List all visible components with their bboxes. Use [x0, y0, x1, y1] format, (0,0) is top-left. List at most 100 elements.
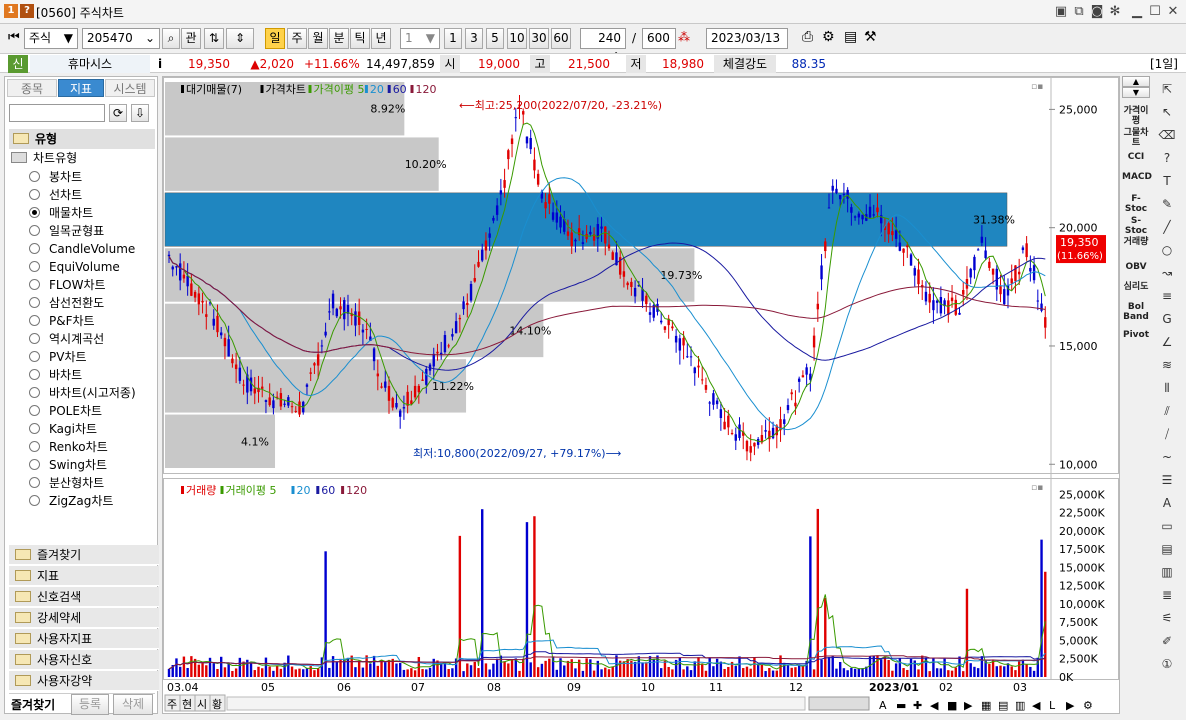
period-week-button[interactable]: 주: [287, 28, 307, 49]
draw-tool-icon[interactable]: ↖: [1156, 103, 1178, 121]
folder-item[interactable]: 사용자신호: [9, 650, 159, 670]
count-60-button[interactable]: 60: [551, 28, 571, 49]
chart-type-item[interactable]: Kagi차트: [29, 420, 97, 438]
radio-icon[interactable]: [29, 495, 40, 506]
draw-tool-icon[interactable]: ≋: [1156, 356, 1178, 374]
group-chart-type[interactable]: 차트유형: [11, 149, 77, 167]
refresh-icon[interactable]: ⁂: [678, 30, 690, 44]
indicator-shortcut[interactable]: 거래량: [1122, 237, 1150, 247]
copy-icon[interactable]: ⧉: [1070, 3, 1088, 21]
radio-icon[interactable]: [29, 243, 40, 254]
folder-item[interactable]: 사용자강약: [9, 671, 159, 691]
indicator-shortcut[interactable]: Bol Band: [1122, 302, 1150, 322]
chart-type-item[interactable]: 매물차트: [29, 204, 93, 222]
draw-tool-icon[interactable]: ⫴: [1156, 379, 1178, 397]
indicator-shortcut[interactable]: S-Stoc: [1122, 216, 1150, 236]
radio-icon[interactable]: [29, 225, 40, 236]
radio-icon[interactable]: [29, 423, 40, 434]
draw-tool-icon[interactable]: ☰: [1156, 471, 1178, 489]
draw-tool-icon[interactable]: A: [1156, 494, 1178, 512]
zoom-button[interactable]: 관: [181, 28, 201, 49]
stock-name[interactable]: 휴마시스: [30, 55, 150, 73]
scroll-up-icon[interactable]: ▲ ▼: [1122, 76, 1150, 100]
delete-button[interactable]: 삭제: [113, 694, 153, 715]
tab-indicators[interactable]: 지표: [58, 79, 104, 97]
folder-item[interactable]: 사용자지표: [9, 629, 159, 649]
maximize-icon[interactable]: ☐: [1146, 3, 1164, 21]
radio-icon[interactable]: [29, 297, 40, 308]
draw-tool-icon[interactable]: ≡: [1156, 287, 1178, 305]
indicator-shortcut[interactable]: OBV: [1122, 262, 1150, 272]
radio-icon[interactable]: [29, 477, 40, 488]
settings-icon[interactable]: ✻: [1106, 3, 1124, 21]
chart-type-item[interactable]: 바차트: [29, 366, 82, 384]
radio-icon[interactable]: [29, 333, 40, 344]
draw-tool-icon[interactable]: ✐: [1156, 632, 1178, 650]
tab-system[interactable]: 시스템: [105, 79, 155, 97]
period-tick-button[interactable]: 틱: [350, 28, 370, 49]
radio-icon[interactable]: [29, 387, 40, 398]
radio-icon[interactable]: [29, 315, 40, 326]
chart-type-item[interactable]: PV차트: [29, 348, 87, 366]
chart-type-item[interactable]: 삼선전환도: [29, 294, 104, 312]
folder-item[interactable]: 강세약세: [9, 608, 159, 628]
market-select[interactable]: 주식 ▼: [24, 28, 78, 49]
folder-item[interactable]: 신호검색: [9, 587, 159, 607]
indicator-shortcut[interactable]: Pivot: [1122, 330, 1150, 340]
info-icon[interactable]: i: [154, 55, 168, 73]
section-type[interactable]: 유형: [9, 129, 155, 149]
count-30-button[interactable]: 30: [529, 28, 549, 49]
print-icon[interactable]: ⎙: [802, 29, 813, 45]
chart-type-item[interactable]: CandleVolume: [29, 240, 135, 258]
indicator-shortcut[interactable]: CCI: [1122, 152, 1150, 162]
draw-tool-icon[interactable]: ▤: [1156, 540, 1178, 558]
radio-icon[interactable]: [29, 369, 40, 380]
indicator-shortcut[interactable]: 가격이평: [1122, 106, 1150, 126]
chart-type-item[interactable]: Swing차트: [29, 456, 107, 474]
radio-icon[interactable]: [29, 279, 40, 290]
indicator-search-input[interactable]: [9, 104, 105, 122]
radio-icon[interactable]: [29, 261, 40, 272]
count-10-button[interactable]: 10: [507, 28, 527, 49]
help-badge[interactable]: ?: [20, 4, 34, 18]
favorites-footer[interactable]: 즐겨찾기: [11, 696, 65, 713]
indicator-shortcut[interactable]: F-Stoc: [1122, 194, 1150, 214]
indicator-shortcut[interactable]: 심리도: [1122, 282, 1150, 292]
close-icon[interactable]: ✕: [1164, 3, 1182, 21]
stepper-icon[interactable]: ⇕: [226, 28, 254, 49]
radio-icon[interactable]: [29, 441, 40, 452]
period-month-button[interactable]: 월: [308, 28, 328, 49]
radio-icon[interactable]: [29, 189, 40, 200]
radio-icon[interactable]: [29, 405, 40, 416]
chart-type-item[interactable]: 일목균형표: [29, 222, 104, 240]
draw-tool-icon[interactable]: ○: [1156, 241, 1178, 259]
draw-tool-icon[interactable]: ▥: [1156, 563, 1178, 581]
gear-icon[interactable]: ⚙: [822, 29, 835, 45]
tab-stocks[interactable]: 종목: [7, 79, 57, 97]
arrow-up-down-icon[interactable]: ⇅: [204, 28, 224, 49]
chart-type-item[interactable]: ZigZag차트: [29, 492, 113, 510]
draw-tool-icon[interactable]: ╱: [1156, 218, 1178, 236]
chart-type-item[interactable]: Renko차트: [29, 438, 108, 456]
tools-icon[interactable]: ⚒: [864, 29, 877, 45]
download-icon[interactable]: ⇩: [131, 104, 149, 122]
draw-tool-icon[interactable]: G: [1156, 310, 1178, 328]
tick-select[interactable]: 1 ▼: [400, 28, 440, 49]
draw-tool-icon[interactable]: ↝: [1156, 264, 1178, 282]
date-input[interactable]: 2023/03/13▼: [706, 28, 788, 64]
draw-tool-icon[interactable]: ≣: [1156, 586, 1178, 604]
camera-icon[interactable]: ◙: [1088, 3, 1106, 21]
chart-type-item[interactable]: 분산형차트: [29, 474, 104, 492]
chart-type-item[interactable]: 봉차트: [29, 168, 82, 186]
chart-type-item[interactable]: 선차트: [29, 186, 82, 204]
draw-tool-icon[interactable]: ⫽: [1156, 402, 1178, 420]
minimize-icon[interactable]: ▁: [1128, 3, 1146, 21]
chart-type-item[interactable]: P&F차트: [29, 312, 95, 330]
period-year-button[interactable]: 년: [371, 28, 391, 49]
display-count-input[interactable]: 240 ⇕: [580, 28, 626, 64]
radio-icon[interactable]: [29, 351, 40, 362]
folder-item[interactable]: 지표: [9, 566, 159, 586]
horizontal-scrollbar[interactable]: [226, 696, 806, 711]
chart-type-item[interactable]: FLOW차트: [29, 276, 106, 294]
refresh-icon[interactable]: ⟳: [109, 104, 127, 122]
